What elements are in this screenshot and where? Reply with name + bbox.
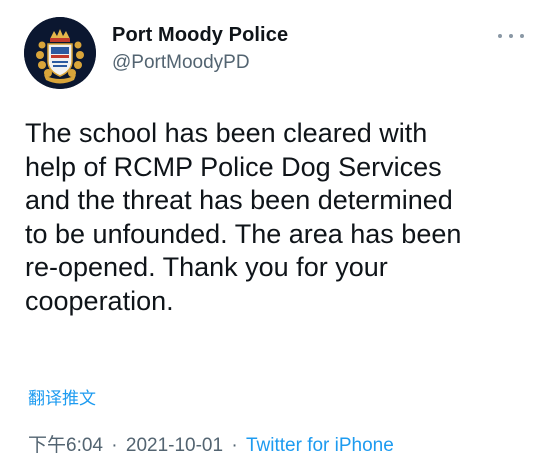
dot-icon (520, 34, 524, 38)
dot-icon (498, 34, 502, 38)
police-crest-icon (24, 17, 96, 89)
author-name[interactable]: Port Moody Police (112, 24, 288, 47)
avatar[interactable] (24, 17, 96, 89)
separator: · (231, 435, 238, 456)
tweet-source-link[interactable]: Twitter for iPhone (246, 435, 394, 456)
separator: · (111, 435, 118, 456)
more-options-icon[interactable] (498, 26, 524, 46)
translate-tweet-link[interactable]: 翻译推文 (28, 384, 96, 409)
author-handle[interactable]: @PortMoodyPD (112, 52, 250, 74)
dot-icon (509, 34, 513, 38)
tweet-text: The school has been cleared with help of… (25, 118, 462, 316)
tweet-metadata: 下午6:04 · 2021-10-01 · Twitter for iPhone (28, 430, 394, 457)
tweet-date[interactable]: 2021-10-01 (126, 435, 223, 456)
tweet-time[interactable]: 下午6:04 (28, 435, 103, 456)
tweet-card: Port Moody Police @PortMoodyPD The schoo… (0, 0, 554, 467)
